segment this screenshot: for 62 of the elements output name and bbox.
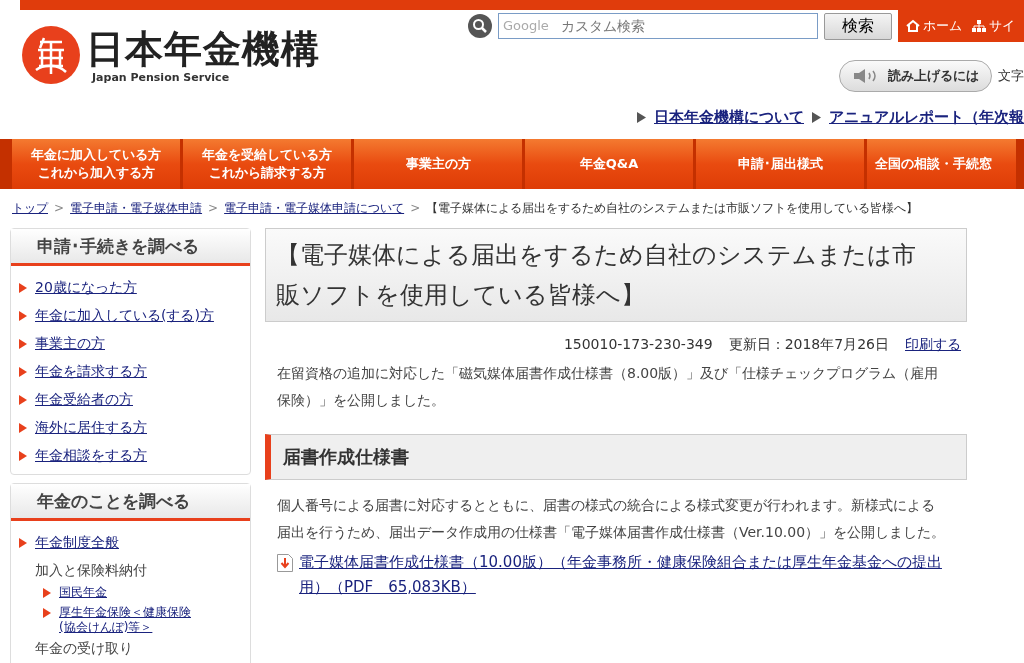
triangle-icon <box>637 111 646 123</box>
bullet-icon <box>19 423 27 433</box>
section-paragraph: 個人番号による届書に対応するとともに、届書の様式の統合による様式変更が行われます。新様式による届出を行うため、届出データ作成用の仕様書「電子媒体届書作成仕様書（Ver.10.00）」を公開しました。 <box>277 496 947 542</box>
sidebar-link[interactable]: 年金制度全般 <box>35 534 119 552</box>
nav-tab[interactable]: 年金を受給している方 これから請求する方 <box>183 139 351 189</box>
breadcrumb-separator: > <box>54 201 65 215</box>
logo-wordmark: 日本年金機構 <box>86 26 320 71</box>
sidebar-link[interactable]: 海外に居住する方 <box>35 419 147 437</box>
sidebar-link[interactable]: 年金相談をする方 <box>35 447 147 465</box>
breadcrumb-separator: > <box>208 201 219 215</box>
top-link[interactable]: サイ <box>972 17 1015 35</box>
breadcrumb-separator: > <box>410 201 421 215</box>
sidebar-link[interactable]: 厚生年金保険＜健康保険(協会けんぽ)等＞ <box>59 605 234 635</box>
sidebar-link[interactable]: 年金受給者の方 <box>35 391 133 409</box>
section-heading: 届書作成仕様書 <box>265 434 967 480</box>
sidebar-link[interactable]: 事業主の方 <box>35 335 105 353</box>
bullet-icon <box>19 367 27 377</box>
home-icon <box>906 19 920 33</box>
triangle-icon <box>812 111 821 123</box>
sidebar-heading: 年金のことを調べる <box>11 484 250 521</box>
bullet-icon <box>19 395 27 405</box>
sidebar-link[interactable]: 年金に加入している(する)方 <box>35 307 214 325</box>
search-button[interactable]: 検索 <box>824 12 892 40</box>
nav-tab[interactable]: 事業主の方 <box>354 139 522 189</box>
top-link[interactable]: ホーム <box>906 17 962 35</box>
logo-icon <box>22 26 80 84</box>
download-icon <box>277 554 293 572</box>
file-link[interactable]: 電子媒体届書作成仕様書（10.00版）（年金事務所・健康保険組合または厚生年金基金への提出用）（PDF 65,083KB） <box>299 550 947 600</box>
search-brand-label: Google <box>503 18 549 33</box>
search-icon <box>468 14 492 38</box>
nav-tab[interactable]: 全国の相談・手続窓 <box>867 139 1016 189</box>
bullet-icon <box>19 283 27 293</box>
breadcrumb-link[interactable]: 電子申請・電子媒体申請 <box>70 199 203 217</box>
sidebar-label: 年金の受け取り <box>34 640 133 658</box>
nav-tab[interactable]: 年金に加入している方 これから加入する方 <box>12 139 180 189</box>
nav-tab[interactable]: 申請･届出様式 <box>696 139 864 189</box>
sitemap-icon <box>972 19 986 33</box>
page-title: 【電子媒体による届出をするため自社のシステムまたは市販ソフトを使用している皆様へ】 <box>265 228 967 322</box>
sidebar-link[interactable]: 年金を請求する方 <box>35 363 147 381</box>
bullet-icon <box>19 311 27 321</box>
intro-paragraph: 在留資格の追加に対応した「磁気媒体届書作成仕様書（8.00版）」及び「仕様チェックプログラム（雇用保険）」を公開しました。 <box>277 364 940 410</box>
header-link[interactable]: 日本年金機構について <box>654 107 804 127</box>
bullet-icon <box>19 538 27 548</box>
bullet-icon <box>19 339 27 349</box>
bullet-icon <box>43 608 51 618</box>
bullet-icon <box>43 588 51 598</box>
breadcrumb-current: 【電子媒体による届出をするため自社のシステムまたは市販ソフトを使用している皆様へ】 <box>426 199 919 217</box>
nav-tab[interactable]: 年金Q&A <box>525 139 693 189</box>
updated-date: 更新日：2018年7月26日 <box>728 336 889 354</box>
read-aloud-button[interactable]: 読み上げるには <box>839 60 992 92</box>
bullet-icon <box>19 451 27 461</box>
page-id: 150010-173-230-349 <box>563 336 713 354</box>
breadcrumb-link[interactable]: トップ <box>12 199 48 217</box>
sidebar-link[interactable]: 20歳になった方 <box>35 279 137 297</box>
print-link[interactable]: 印刷する <box>905 336 961 354</box>
logo-subtitle: Japan Pension Service <box>92 70 231 84</box>
breadcrumb-link[interactable]: 電子申請・電子媒体申請について <box>224 199 405 217</box>
sidebar-heading: 申請･手続きを調べる <box>11 229 250 266</box>
sidebar-label: 加入と保険料納付 <box>34 562 147 580</box>
sidebar-link[interactable]: 国民年金 <box>59 585 107 600</box>
text-size-label: 文字 <box>998 67 1024 85</box>
header-link[interactable]: アニュアルレポート（年次報 <box>829 107 1024 127</box>
